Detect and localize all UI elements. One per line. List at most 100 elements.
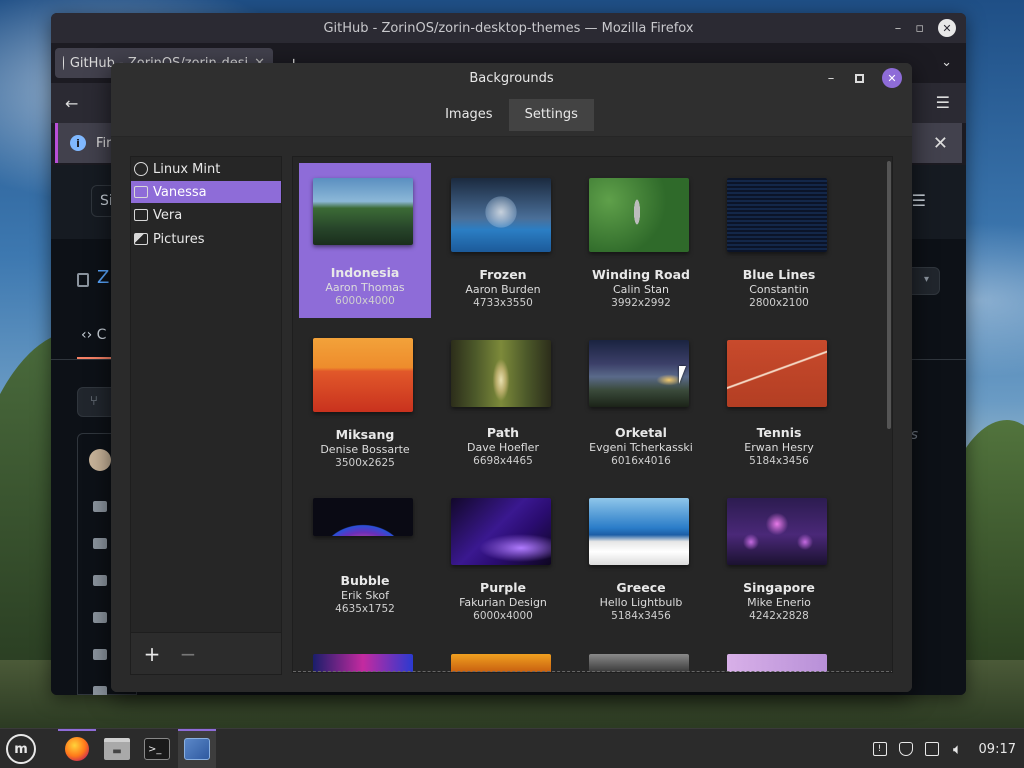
firefox-minimize-button[interactable]: – xyxy=(895,21,902,36)
system-tray: ! 🔈︎ 09:17 xyxy=(872,729,1016,768)
tab-images[interactable]: Images xyxy=(429,98,509,131)
volume-icon[interactable]: 🔈︎ xyxy=(951,740,965,758)
folder-icon xyxy=(93,538,107,549)
wallpaper-item-path[interactable]: Path Dave Hoefler 6698x4465 xyxy=(437,325,569,480)
wallpaper-thumbnail-partial[interactable] xyxy=(313,654,413,672)
github-menu-icon[interactable]: ☰ xyxy=(912,191,926,210)
wallpaper-thumbnail xyxy=(727,178,827,252)
shield-icon[interactable] xyxy=(898,742,913,756)
folder-icon xyxy=(93,612,107,623)
wallpaper-author: Denise Bossarte xyxy=(320,443,410,456)
wallpaper-author: Dave Hoefler xyxy=(467,441,539,454)
linux-mint-menu-icon[interactable]: m xyxy=(6,734,36,764)
backgrounds-window: Backgrounds – ✕ Images Settings Linux Mi… xyxy=(111,63,912,692)
remove-folder-button[interactable]: − xyxy=(172,638,204,670)
sidebar-item-label: Vanessa xyxy=(153,184,207,200)
wallpaper-name: Purple xyxy=(480,580,526,595)
wallpaper-size: 3992x2992 xyxy=(611,297,671,309)
wallpaper-size: 6698x4465 xyxy=(473,455,533,467)
wallpaper-author: Fakurian Design xyxy=(459,596,547,609)
wallpaper-thumbnail xyxy=(727,498,827,565)
wallpaper-thumbnail-partial[interactable] xyxy=(589,654,689,672)
wallpaper-thumbnail xyxy=(727,340,827,407)
info-icon: i xyxy=(70,135,86,151)
wallpaper-name: Winding Road xyxy=(592,267,690,282)
code-icon[interactable]: ‹› C xyxy=(81,327,106,343)
firefox-maximize-button[interactable]: ▫ xyxy=(915,21,924,36)
firefox-icon xyxy=(65,737,89,761)
wallpaper-size: 6000x4000 xyxy=(335,295,395,307)
tab-settings[interactable]: Settings xyxy=(508,98,594,131)
wallpaper-thumbnail xyxy=(313,498,413,536)
wallpaper-author: Erik Skof xyxy=(341,589,389,602)
grid-scrollbar[interactable] xyxy=(887,161,891,429)
wallpaper-item-purple[interactable]: Purple Fakurian Design 6000x4000 xyxy=(437,485,569,640)
wallpaper-item-greece[interactable]: Greece Hello Lightbulb 5184x3456 xyxy=(575,485,707,640)
taskbar-backgrounds[interactable] xyxy=(178,729,216,768)
back-arrow-icon[interactable]: ← xyxy=(65,94,78,113)
taskbar-firefox[interactable] xyxy=(58,729,96,768)
backgrounds-tabs: Images Settings xyxy=(111,93,912,137)
firefox-close-button[interactable]: ✕ xyxy=(938,19,956,37)
backgrounds-titlebar[interactable]: Backgrounds – ✕ xyxy=(111,63,912,93)
backgrounds-body: Linux Mint Vanessa Vera Pictures + − Ind… xyxy=(111,137,912,692)
wallpaper-size: 6016x4016 xyxy=(611,455,671,467)
wallpaper-author: Calin Stan xyxy=(612,283,669,296)
close-infobar-icon[interactable]: ✕ xyxy=(933,133,948,154)
sidebar-item-vanessa[interactable]: Vanessa xyxy=(131,181,281,203)
wallpaper-name: Tennis xyxy=(756,425,802,440)
taskbar-terminal[interactable]: >_ xyxy=(138,729,176,768)
wallpaper-size: 3500x2625 xyxy=(335,457,395,469)
wallpaper-item-orketal[interactable]: Orketal Evgeni Tcherkasski 6016x4016 xyxy=(575,325,707,480)
maximize-button[interactable] xyxy=(855,73,864,83)
picture-icon xyxy=(134,233,148,245)
wallpaper-thumbnail-partial[interactable] xyxy=(451,654,551,672)
wallpaper-item-tennis[interactable]: Tennis Erwan Hesry 5184x3456 xyxy=(713,325,845,480)
hamburger-menu-icon[interactable]: ☰ xyxy=(936,93,950,112)
wallpaper-name: Bubble xyxy=(340,573,390,588)
monitor-icon xyxy=(134,186,148,198)
close-button[interactable]: ✕ xyxy=(882,68,902,88)
collections-sidebar: Linux Mint Vanessa Vera Pictures + − xyxy=(130,156,282,675)
backgrounds-window-controls: – ✕ xyxy=(825,68,902,88)
backgrounds-app-icon xyxy=(184,738,210,760)
add-folder-button[interactable]: + xyxy=(136,638,168,670)
update-manager-icon[interactable]: ! xyxy=(872,742,887,756)
taskbar-files[interactable]: ▬ xyxy=(98,729,136,768)
infobar-text: Fir xyxy=(96,135,112,151)
wallpaper-size: 4635x1752 xyxy=(335,603,395,615)
wallpaper-author: Aaron Burden xyxy=(465,283,541,296)
wallpaper-name: Miksang xyxy=(335,427,395,442)
sidebar-item-linux-mint[interactable]: Linux Mint xyxy=(131,158,281,180)
wallpaper-size: 5184x3456 xyxy=(749,455,809,467)
wallpaper-item-bubble[interactable]: Bubble Erik Skof 4635x1752 xyxy=(299,485,431,640)
wallpaper-thumbnail xyxy=(313,178,413,245)
wallpaper-item-indonesia[interactable]: Indonesia Aaron Thomas 6000x4000 xyxy=(299,163,431,318)
sidebar-toolbar: + − xyxy=(131,632,281,674)
network-icon[interactable] xyxy=(924,742,939,756)
clock[interactable]: 09:17 xyxy=(979,742,1016,757)
firefox-window-controls: – ▫ ✕ xyxy=(895,19,956,37)
wallpaper-name: Indonesia xyxy=(330,265,400,280)
avatar[interactable] xyxy=(89,449,111,471)
wallpaper-item-frozen[interactable]: Frozen Aaron Burden 4733x3550 xyxy=(437,163,569,318)
wallpaper-item-winding-road[interactable]: Winding Road Calin Stan 3992x2992 xyxy=(575,163,707,318)
wallpaper-name: Greece xyxy=(616,580,666,595)
firefox-titlebar[interactable]: GitHub - ZorinOS/zorin-desktop-themes — … xyxy=(51,13,966,43)
wallpaper-author: Aaron Thomas xyxy=(325,281,405,294)
sidebar-item-pictures[interactable]: Pictures xyxy=(131,228,281,250)
wallpaper-thumbnail xyxy=(313,338,413,412)
wallpaper-item-blue-lines[interactable]: Blue Lines Constantin 2800x2100 xyxy=(713,163,845,318)
wallpaper-thumbnail xyxy=(451,178,551,252)
wallpaper-item-miksang[interactable]: Miksang Denise Bossarte 3500x2625 xyxy=(299,325,431,480)
wallpaper-item-singapore[interactable]: Singapore Mike Enerio 4242x2828 xyxy=(713,485,845,640)
linux-mint-icon xyxy=(134,162,148,176)
wallpaper-name: Path xyxy=(486,425,520,440)
wallpaper-name: Orketal xyxy=(615,425,667,440)
wallpaper-thumbnail-partial[interactable] xyxy=(727,654,827,672)
repo-name[interactable]: Z xyxy=(97,267,109,288)
minimize-button[interactable]: – xyxy=(825,71,837,86)
folder-icon xyxy=(93,575,107,586)
chevron-down-icon[interactable]: ⌄ xyxy=(941,55,952,70)
sidebar-item-vera[interactable]: Vera xyxy=(131,204,281,226)
